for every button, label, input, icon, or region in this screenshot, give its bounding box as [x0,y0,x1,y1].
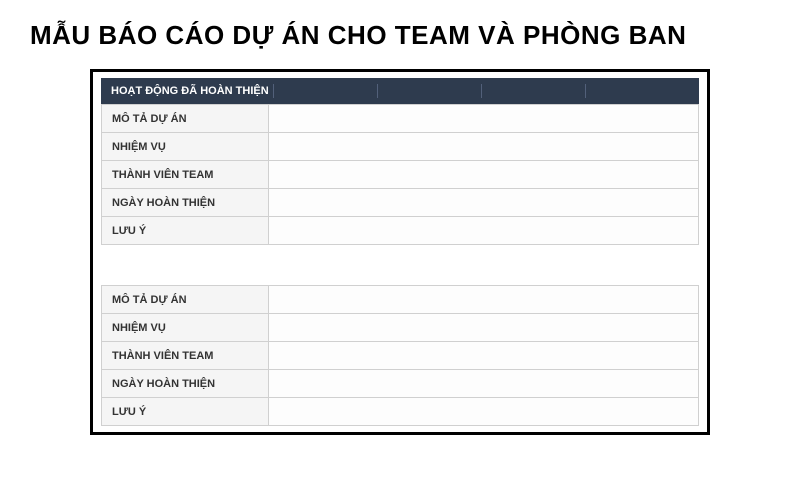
table-row: NHIỆM VỤ [102,314,699,342]
table-row: NGÀY HOÀN THIỆN [102,189,699,217]
row-label: THÀNH VIÊN TEAM [102,342,269,370]
row-label: NGÀY HOÀN THIỆN [102,189,269,217]
header-column-dividers [273,84,689,98]
row-value [269,398,699,426]
row-label: MÔ TẢ DỰ ÁN [102,286,269,314]
page-title: MẪU BÁO CÁO DỰ ÁN CHO TEAM VÀ PHÒNG BAN [30,20,770,51]
row-value [269,286,699,314]
row-label: NHIỆM VỤ [102,133,269,161]
section-1: HOẠT ĐỘNG ĐÃ HOÀN THIỆN MÔ TẢ DỰ ÁN NHIỆ… [93,72,707,251]
row-value [269,105,699,133]
table-row: LƯU Ý [102,217,699,245]
row-value [269,133,699,161]
table-row: THÀNH VIÊN TEAM [102,342,699,370]
row-value [269,217,699,245]
table-row: THÀNH VIÊN TEAM [102,161,699,189]
row-label: LƯU Ý [102,217,269,245]
section-2: MÔ TẢ DỰ ÁN NHIỆM VỤ THÀNH VIÊN TEAM NGÀ… [93,279,707,432]
row-label: MÔ TẢ DỰ ÁN [102,105,269,133]
table-row: LƯU Ý [102,398,699,426]
report-frame: HOẠT ĐỘNG ĐÃ HOÀN THIỆN MÔ TẢ DỰ ÁN NHIỆ… [90,69,710,435]
table-row: NGÀY HOÀN THIỆN [102,370,699,398]
report-table-2: MÔ TẢ DỰ ÁN NHIỆM VỤ THÀNH VIÊN TEAM NGÀ… [101,285,699,426]
table-row: NHIỆM VỤ [102,133,699,161]
row-label: NHIỆM VỤ [102,314,269,342]
row-value [269,189,699,217]
row-value [269,342,699,370]
section-gap [93,251,707,279]
row-value [269,370,699,398]
section-header: HOẠT ĐỘNG ĐÃ HOÀN THIỆN [101,78,699,104]
row-value [269,161,699,189]
row-value [269,314,699,342]
table-row: MÔ TẢ DỰ ÁN [102,286,699,314]
section-header-title: HOẠT ĐỘNG ĐÃ HOÀN THIỆN [111,84,273,98]
report-table-1: MÔ TẢ DỰ ÁN NHIỆM VỤ THÀNH VIÊN TEAM NGÀ… [101,104,699,245]
table-row: MÔ TẢ DỰ ÁN [102,105,699,133]
row-label: NGÀY HOÀN THIỆN [102,370,269,398]
row-label: THÀNH VIÊN TEAM [102,161,269,189]
row-label: LƯU Ý [102,398,269,426]
